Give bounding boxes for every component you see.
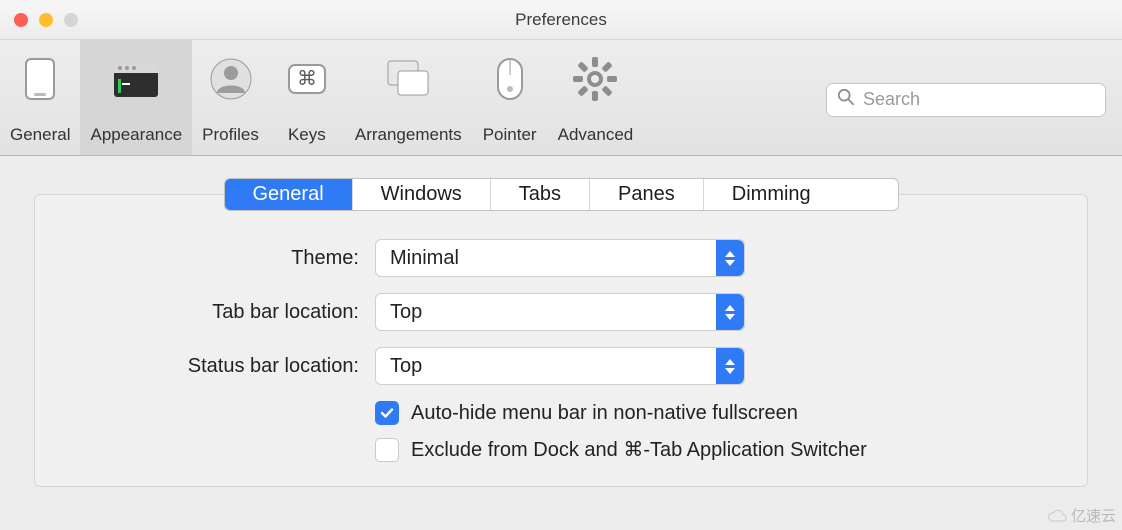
- window-title: Preferences: [0, 10, 1122, 30]
- general-icon: [12, 52, 68, 106]
- auto-hide-label: Auto-hide menu bar in non-native fullscr…: [411, 402, 798, 425]
- pointer-icon: [482, 52, 538, 106]
- advanced-icon: [567, 52, 623, 106]
- toolbar-item-pointer[interactable]: Pointer: [472, 40, 548, 155]
- tab-tabs[interactable]: Tabs: [491, 179, 590, 210]
- theme-select[interactable]: Minimal: [375, 239, 745, 277]
- tabbar-label: Tab bar location:: [75, 301, 375, 324]
- traffic-lights: [14, 13, 78, 27]
- toolbar-item-label: General: [10, 125, 70, 145]
- tabbar-select[interactable]: Top: [375, 293, 745, 331]
- tab-dimming[interactable]: Dimming: [704, 179, 839, 210]
- svg-text:⌘: ⌘: [297, 68, 317, 90]
- theme-label: Theme:: [75, 247, 375, 270]
- tab-panes[interactable]: Panes: [590, 179, 704, 210]
- profiles-icon: [203, 52, 259, 106]
- segmented-tabs: General Windows Tabs Panes Dimming: [224, 178, 899, 211]
- theme-value: Minimal: [390, 247, 459, 270]
- tab-windows[interactable]: Windows: [353, 179, 491, 210]
- toolbar-item-arrangements[interactable]: Arrangements: [345, 40, 472, 155]
- toolbar-item-label: Appearance: [90, 125, 182, 145]
- statusbar-value: Top: [390, 355, 422, 378]
- toolbar-item-profiles[interactable]: Profiles: [192, 40, 269, 155]
- select-handle-icon: [716, 348, 744, 384]
- statusbar-select[interactable]: Top: [375, 347, 745, 385]
- select-handle-icon: [716, 240, 744, 276]
- toolbar: General Appearance Profiles ⌘ Keys Arran…: [0, 40, 1122, 156]
- toolbar-item-label: Pointer: [483, 125, 537, 145]
- toolbar-item-advanced[interactable]: Advanced: [548, 40, 644, 155]
- keys-icon: ⌘: [279, 52, 335, 106]
- settings-group: Theme: Minimal Tab bar location: Top: [34, 194, 1088, 487]
- search-icon: [837, 88, 855, 111]
- tabbar-value: Top: [390, 301, 422, 324]
- toolbar-item-general[interactable]: General: [0, 40, 80, 155]
- toolbar-item-keys[interactable]: ⌘ Keys: [269, 40, 345, 155]
- search-field[interactable]: [826, 83, 1106, 117]
- toolbar-item-label: Profiles: [202, 125, 259, 145]
- tab-general[interactable]: General: [225, 179, 353, 210]
- zoom-button[interactable]: [64, 13, 78, 27]
- close-button[interactable]: [14, 13, 28, 27]
- arrangements-icon: [380, 52, 436, 106]
- minimize-button[interactable]: [39, 13, 53, 27]
- search-input[interactable]: [863, 89, 1095, 110]
- exclude-dock-checkbox[interactable]: [375, 438, 399, 462]
- toolbar-item-label: Arrangements: [355, 125, 462, 145]
- toolbar-item-label: Keys: [288, 125, 326, 145]
- toolbar-item-appearance[interactable]: Appearance: [80, 40, 192, 155]
- exclude-dock-label: Exclude from Dock and ⌘-Tab Application …: [411, 437, 867, 462]
- titlebar: Preferences: [0, 0, 1122, 40]
- select-handle-icon: [716, 294, 744, 330]
- statusbar-label: Status bar location:: [75, 355, 375, 378]
- auto-hide-checkbox[interactable]: [375, 401, 399, 425]
- watermark: 亿速云: [1047, 505, 1116, 526]
- toolbar-item-label: Advanced: [558, 125, 634, 145]
- appearance-icon: [108, 52, 164, 106]
